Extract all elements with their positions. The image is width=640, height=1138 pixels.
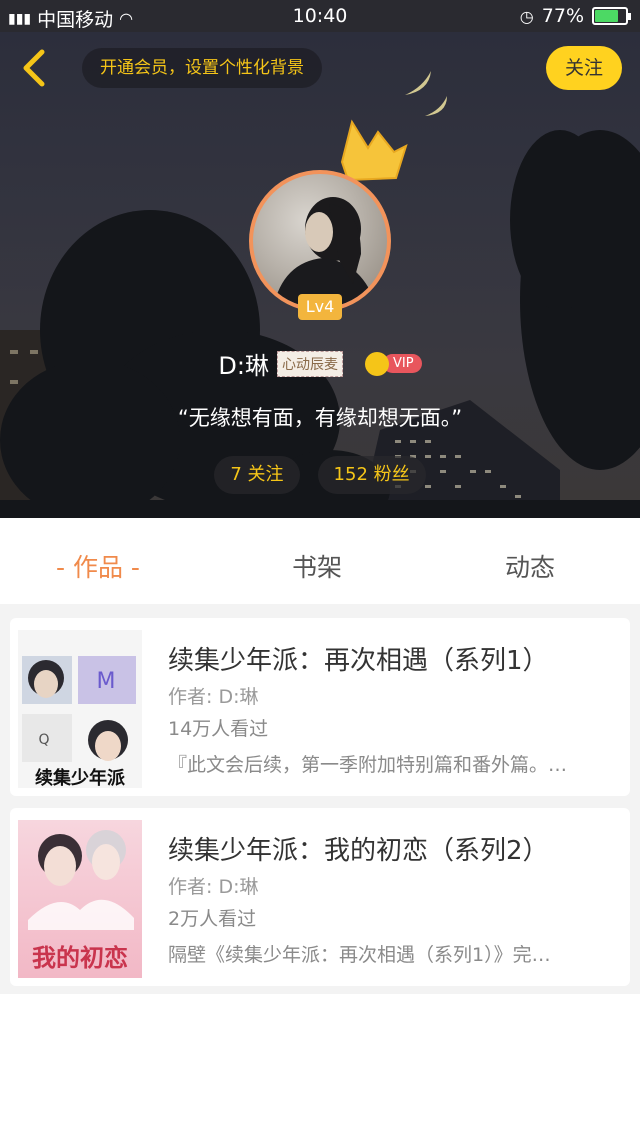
svg-text:Q: Q — [38, 732, 49, 748]
book-title[interactable]: 续集少年派：再次相遇（系列1） — [168, 640, 549, 677]
book-cover[interactable]: M Q 续集少年派 — [18, 630, 142, 788]
tab-activity[interactable]: 动态 — [505, 548, 555, 584]
alarm-icon: ◷ — [519, 6, 534, 26]
tab-bookshelf[interactable]: 书架 — [292, 548, 342, 584]
tab-works[interactable]: - 作品 - — [56, 548, 140, 584]
profile-header-background: ▮▮▮ 中国移动 ◠ 10:40 ◷ 77% 开通会员，设置个性化背景 关注 L… — [0, 0, 640, 518]
signature-text: “无缘想有面，有缘却想无面。” — [177, 406, 463, 430]
work-card[interactable]: 我的初恋 续集少年派：我的初恋（系列2） 作者: D:琳 2万人看过 隔壁《续集… — [10, 808, 630, 986]
battery-icon — [592, 7, 631, 25]
work-card[interactable]: M Q 续集少年派 续集少年派：再次相遇（系列1） 作者: D:琳 14万人看过… — [10, 618, 630, 796]
avatar-image — [249, 170, 391, 312]
followers-button[interactable]: 152 粉丝 — [317, 456, 426, 494]
book-description: 隔壁《续集少年派：再次相遇（系列1）》完… — [168, 944, 551, 966]
following-button[interactable]: 7 关注 — [214, 456, 300, 494]
vip-coin-icon — [365, 351, 389, 376]
profile-page: ▮▮▮ 中国移动 ◠ 10:40 ◷ 77% 开通会员，设置个性化背景 关注 L… — [0, 0, 640, 1138]
book-read-count: 14万人看过 — [168, 718, 269, 740]
battery-level-fill — [595, 10, 619, 22]
profile-tabs: - 作品 - 书架 动态 — [0, 518, 640, 610]
book-read-count: 2万人看过 — [168, 908, 257, 930]
book-title[interactable]: 续集少年派：我的初恋（系列2） — [168, 830, 549, 867]
member-banner-button[interactable]: 开通会员，设置个性化背景 — [82, 48, 322, 88]
follow-button[interactable]: 关注 — [546, 46, 622, 90]
book-author: 作者: D:琳 — [168, 686, 259, 708]
book-description: 『此文会后续，第一季附加特别篇和番外篇。… — [168, 754, 568, 776]
avatar[interactable] — [249, 170, 391, 312]
book-author: 作者: D:琳 — [168, 876, 259, 898]
section-divider — [0, 604, 640, 614]
cover-title-text: 我的初恋 — [32, 943, 128, 972]
title-tag: 心动辰麦 — [277, 350, 343, 377]
works-list: M Q 续集少年派 续集少年派：再次相遇（系列1） 作者: D:琳 14万人看过… — [0, 614, 640, 994]
vip-badge[interactable]: VIP — [365, 351, 422, 376]
book-cover[interactable]: 我的初恋 — [18, 820, 142, 978]
stats-row: 7 关注 152 粉丝 — [0, 456, 640, 494]
cover-title-text: 续集少年派 — [35, 768, 125, 788]
username: D:琳 — [218, 352, 269, 380]
battery-percent: 77% — [541, 5, 584, 27]
back-button[interactable] — [14, 46, 54, 90]
level-badge: Lv4 — [298, 294, 342, 320]
chevron-left-icon — [23, 49, 45, 87]
svg-text:M: M — [97, 669, 116, 694]
status-bar-right: ◷ 77% — [519, 5, 631, 27]
status-bar: ▮▮▮ 中国移动 ◠ 10:40 ◷ 77% — [0, 0, 640, 32]
username-row: D:琳 心动辰麦 VIP — [0, 346, 640, 381]
